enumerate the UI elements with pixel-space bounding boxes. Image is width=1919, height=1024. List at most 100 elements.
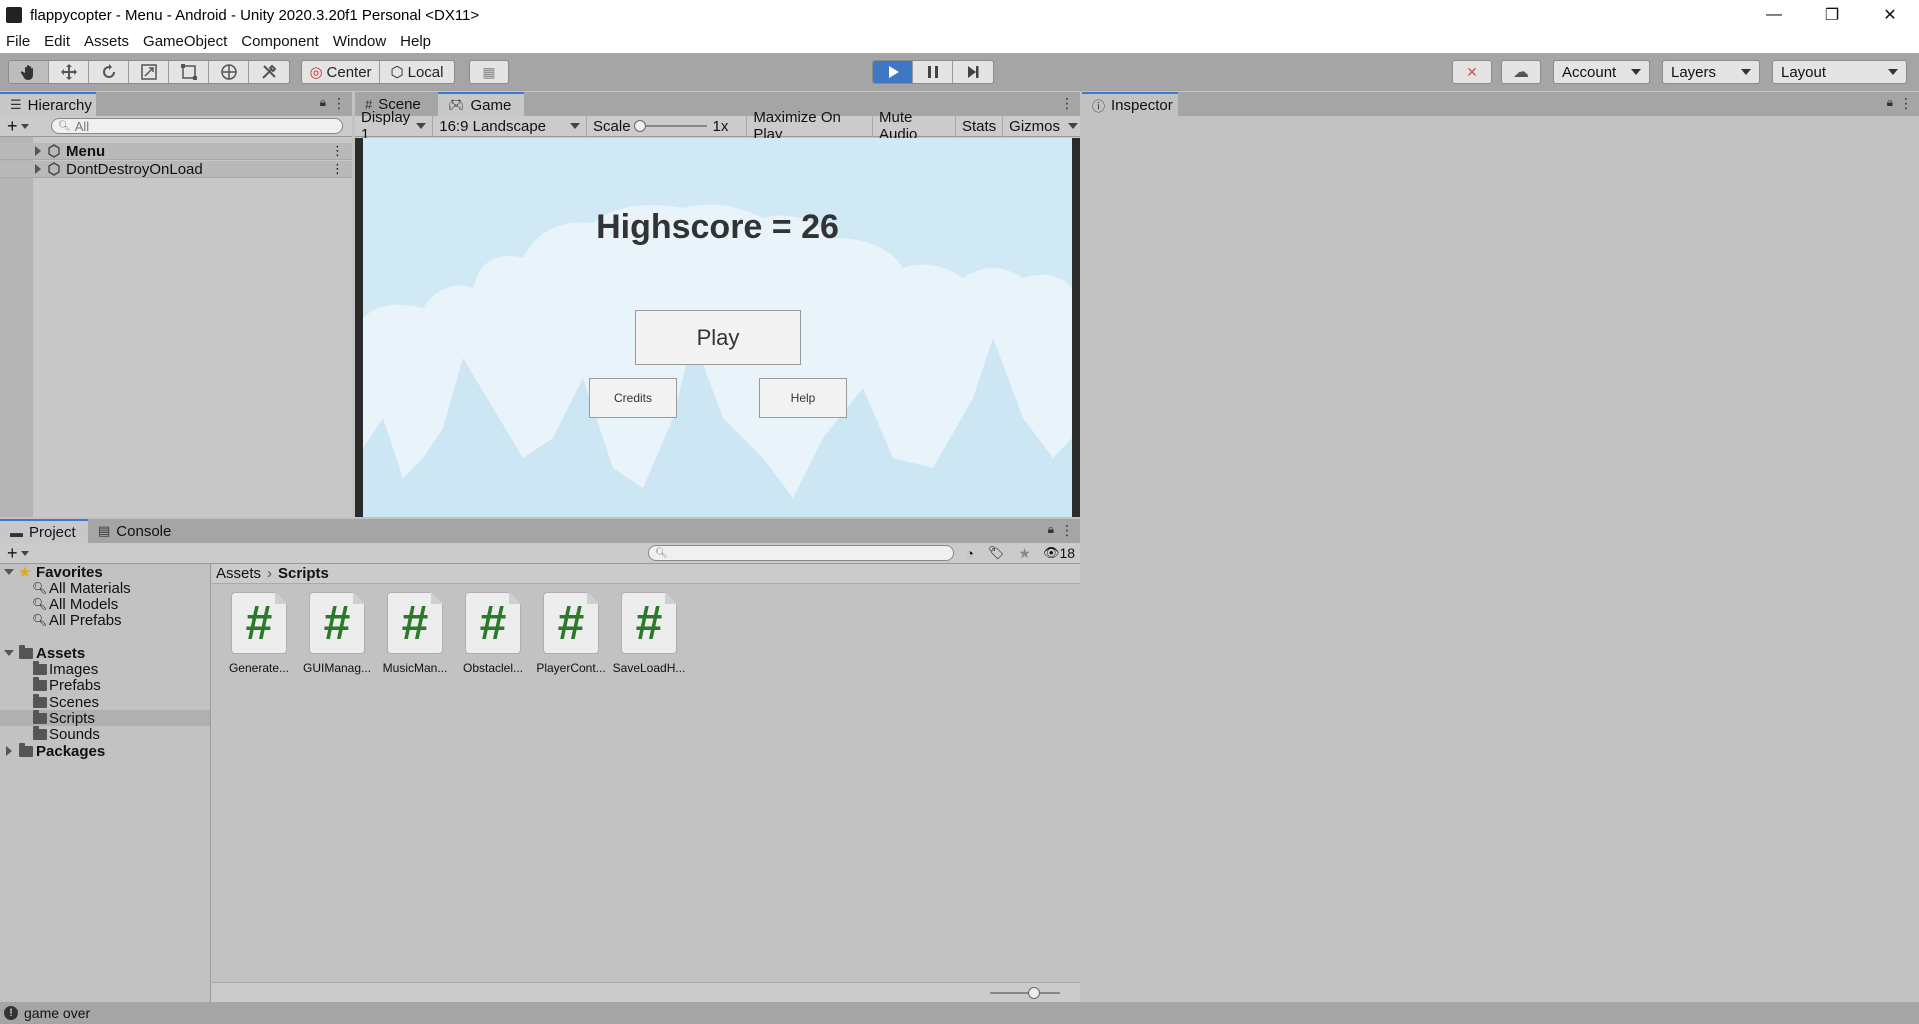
pivot-local-button[interactable]: ⬡ Local	[380, 61, 454, 83]
kebab-menu-icon[interactable]: ⋮	[1899, 95, 1913, 112]
tree-item-all-prefabs[interactable]: 🔍︎ All Prefabs	[0, 612, 210, 629]
hand-tool-button[interactable]	[9, 61, 49, 83]
game-view[interactable]: Highscore = 26 Play Credits Help	[363, 138, 1072, 517]
hierarchy-item-menu[interactable]: Menu ⋮	[0, 143, 352, 160]
icon-size-slider-knob[interactable]	[1028, 987, 1040, 999]
pivot-center-button[interactable]: ◎ Center	[302, 61, 380, 83]
tree-item-sounds[interactable]: Sounds	[0, 725, 210, 743]
tab-hierarchy[interactable]: ☰ Hierarchy	[0, 92, 96, 116]
scale-slider-track[interactable]	[633, 120, 707, 132]
tree-item-all-models[interactable]: 🔍︎ All Models	[0, 596, 210, 613]
project-search-input[interactable]: 🔍︎	[648, 545, 954, 561]
tree-item-packages[interactable]: Packages	[0, 742, 210, 760]
cloud-button[interactable]: ☁	[1501, 60, 1541, 84]
tree-item-favorites[interactable]: ★ Favorites	[0, 564, 210, 581]
scale-slider[interactable]: Scale 1x	[587, 115, 748, 137]
tree-item-assets[interactable]: Assets	[0, 644, 210, 662]
tab-project[interactable]: ▬ Project	[0, 519, 88, 543]
expand-arrow-icon[interactable]	[6, 746, 12, 756]
close-button[interactable]: ✕	[1861, 0, 1919, 30]
kebab-menu-icon[interactable]: ⋮	[1060, 95, 1074, 112]
asset-script[interactable]: # GUIManag...	[298, 592, 376, 675]
tree-item-scripts[interactable]: Scripts	[0, 709, 210, 727]
lock-icon[interactable]: 🔒︎	[320, 95, 326, 110]
asset-script[interactable]: # PlayerCont...	[532, 592, 610, 675]
gizmos-dropdown[interactable]	[1066, 116, 1080, 137]
rotate-tool-button[interactable]	[89, 61, 129, 83]
create-button[interactable]: +	[7, 543, 37, 564]
grid-icon: ▦	[482, 63, 496, 80]
create-button[interactable]: +	[7, 116, 37, 137]
expand-arrow-icon[interactable]	[4, 650, 14, 656]
breadcrumb-assets[interactable]: Assets	[216, 565, 261, 582]
menu-help[interactable]: Help	[400, 33, 431, 50]
layout-dropdown[interactable]: Layout	[1772, 60, 1907, 84]
menu-window[interactable]: Window	[333, 33, 386, 50]
pause-button[interactable]	[913, 61, 953, 83]
transform-tool-button[interactable]	[209, 61, 249, 83]
menu-file[interactable]: File	[6, 33, 30, 50]
tab-inspector-label: Inspector	[1111, 96, 1173, 114]
favorite-star-icon[interactable]: ★	[1018, 545, 1031, 562]
kebab-menu-icon[interactable]: ⋮	[331, 143, 344, 159]
folder-icon	[33, 676, 47, 691]
menu-component[interactable]: Component	[241, 33, 319, 50]
gamepad-icon: 🎮︎	[448, 97, 465, 112]
display-dropdown[interactable]: Display 1	[355, 109, 434, 143]
breadcrumb-scripts[interactable]: Scripts	[278, 565, 329, 582]
menu-edit[interactable]: Edit	[44, 33, 70, 50]
stats-toggle[interactable]: Stats	[956, 115, 1004, 137]
layers-dropdown[interactable]: Layers	[1662, 60, 1760, 84]
expand-arrow-icon[interactable]	[35, 164, 41, 174]
unity-icon	[6, 7, 22, 23]
asset-script[interactable]: # Obstaclel...	[454, 592, 532, 675]
grid-snap-button[interactable]: ▦	[469, 60, 509, 84]
tab-game[interactable]: 🎮︎ Game	[438, 92, 524, 116]
tab-hierarchy-label: Hierarchy	[27, 96, 92, 114]
hierarchy-item-dontdestroyonload[interactable]: DontDestroyOnLoad ⋮	[0, 161, 352, 178]
account-dropdown[interactable]: Account	[1553, 60, 1650, 84]
tab-console[interactable]: ▤ Console	[88, 519, 172, 543]
custom-tool-button[interactable]	[249, 61, 289, 83]
gizmos-toggle[interactable]: Gizmos	[1003, 116, 1066, 137]
status-message[interactable]: game over	[24, 1005, 90, 1021]
hierarchy-search-input[interactable]: 🔍︎ All	[51, 118, 343, 134]
maximize-on-play-toggle[interactable]: Maximize On Play	[747, 109, 873, 143]
asset-script[interactable]: # MusicMan...	[376, 592, 454, 675]
search-icon: 🔍︎	[58, 120, 71, 132]
asset-script[interactable]: # Generate...	[220, 592, 298, 675]
kebab-menu-icon[interactable]: ⋮	[1060, 522, 1074, 539]
expand-arrow-icon[interactable]	[4, 569, 14, 575]
maximize-button[interactable]: ❐	[1803, 0, 1861, 30]
game-help-button[interactable]: Help	[759, 378, 847, 418]
play-button[interactable]	[873, 61, 913, 83]
tree-item-all-materials[interactable]: 🔍︎ All Materials	[0, 580, 210, 597]
filter-by-type-icon[interactable]: ◔	[966, 546, 974, 561]
minimize-button[interactable]: —	[1745, 0, 1803, 30]
menu-assets[interactable]: Assets	[84, 33, 129, 50]
menu-gameobject[interactable]: GameObject	[143, 33, 227, 50]
icon-size-slider[interactable]	[990, 987, 1060, 999]
kebab-menu-icon[interactable]: ⋮	[331, 161, 344, 177]
lock-icon[interactable]: 🔒︎	[1887, 95, 1893, 110]
step-button[interactable]	[953, 61, 993, 83]
tree-item-images[interactable]: Images	[0, 660, 210, 678]
mute-audio-toggle[interactable]: Mute Audio	[873, 109, 956, 143]
lock-icon[interactable]: 🔒︎	[1048, 522, 1054, 537]
aspect-dropdown[interactable]: 16:9 Landscape	[433, 115, 588, 137]
tree-item-prefabs[interactable]: Prefabs	[0, 676, 210, 694]
scale-tool-button[interactable]	[129, 61, 169, 83]
scale-slider-knob[interactable]	[633, 120, 646, 132]
hidden-packages-icon[interactable]: 👁︎	[1043, 545, 1060, 561]
game-credits-button[interactable]: Credits	[589, 378, 677, 418]
rect-tool-button[interactable]	[169, 61, 209, 83]
tree-item-scenes[interactable]: Scenes	[0, 693, 210, 711]
asset-script[interactable]: # SaveLoadH...	[610, 592, 688, 675]
kebab-menu-icon[interactable]: ⋮	[332, 95, 346, 112]
move-tool-button[interactable]	[49, 61, 89, 83]
game-play-button[interactable]: Play	[635, 310, 801, 365]
expand-arrow-icon[interactable]	[35, 146, 41, 156]
collab-button[interactable]: ✕	[1452, 60, 1492, 84]
filter-by-label-icon[interactable]: 🏷︎	[988, 545, 1005, 561]
tab-inspector[interactable]: ⓘ Inspector	[1082, 92, 1178, 116]
